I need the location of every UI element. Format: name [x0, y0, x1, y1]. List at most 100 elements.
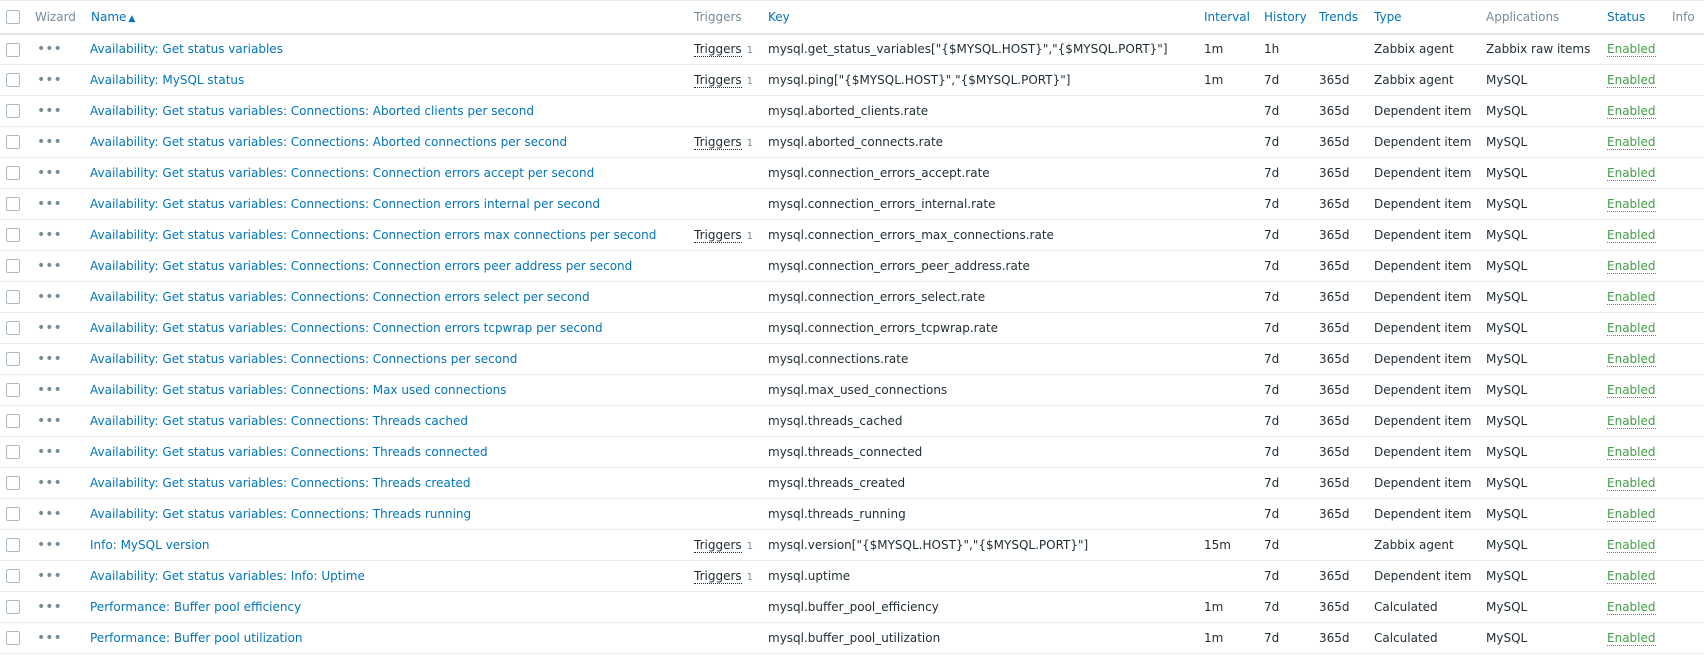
row-checkbox[interactable] — [6, 569, 20, 584]
col-history[interactable]: History — [1264, 0, 1319, 35]
more-options-icon[interactable]: ••• — [37, 73, 62, 87]
item-name-link[interactable]: Availability: Get status variables: Conn… — [90, 352, 517, 366]
status-toggle[interactable]: Enabled — [1607, 383, 1656, 398]
row-checkbox[interactable] — [6, 290, 20, 305]
col-status[interactable]: Status — [1607, 0, 1672, 35]
item-name-link[interactable]: Availability: Get status variables: Info… — [90, 569, 365, 583]
row-checkbox[interactable] — [6, 259, 20, 274]
item-name-link[interactable]: Availability: Get status variables: Conn… — [90, 166, 594, 180]
col-history-sort-link[interactable]: History — [1264, 10, 1307, 24]
col-name[interactable]: Name ▲ — [90, 0, 694, 35]
status-toggle[interactable]: Enabled — [1607, 507, 1656, 522]
more-options-icon[interactable]: ••• — [37, 104, 62, 118]
row-checkbox[interactable] — [6, 445, 20, 460]
col-interval[interactable]: Interval — [1204, 0, 1264, 35]
more-options-icon[interactable]: ••• — [37, 135, 62, 149]
more-options-icon[interactable]: ••• — [37, 290, 62, 304]
more-options-icon[interactable]: ••• — [37, 600, 62, 614]
more-options-icon[interactable]: ••• — [37, 42, 62, 56]
select-all-checkbox[interactable] — [6, 10, 20, 24]
row-checkbox[interactable] — [6, 228, 20, 243]
row-checkbox[interactable] — [6, 414, 20, 429]
col-key[interactable]: Key — [768, 0, 1204, 35]
row-checkbox[interactable] — [6, 383, 20, 398]
col-type[interactable]: Type — [1374, 0, 1486, 35]
more-options-icon[interactable]: ••• — [37, 383, 62, 397]
row-checkbox[interactable] — [6, 73, 20, 88]
status-toggle[interactable]: Enabled — [1607, 104, 1656, 119]
status-toggle[interactable]: Enabled — [1607, 538, 1656, 553]
item-name-link[interactable]: Availability: Get status variables: Conn… — [90, 135, 567, 149]
more-options-icon[interactable]: ••• — [37, 631, 62, 645]
item-name-link[interactable]: Availability: Get status variables: Conn… — [90, 507, 471, 521]
row-checkbox[interactable] — [6, 166, 20, 181]
row-checkbox[interactable] — [6, 42, 20, 57]
col-trends[interactable]: Trends — [1319, 0, 1374, 35]
more-options-icon[interactable]: ••• — [37, 445, 62, 459]
status-toggle[interactable]: Enabled — [1607, 569, 1656, 584]
more-options-icon[interactable]: ••• — [37, 476, 62, 490]
status-toggle[interactable]: Enabled — [1607, 600, 1656, 615]
item-name-link[interactable]: Availability: Get status variables: Conn… — [90, 259, 632, 273]
triggers-link[interactable]: Triggers — [694, 228, 742, 243]
item-name-link[interactable]: Availability: Get status variables: Conn… — [90, 445, 488, 459]
triggers-link[interactable]: Triggers — [694, 569, 742, 584]
more-options-icon[interactable]: ••• — [37, 166, 62, 180]
item-name-link[interactable]: Availability: Get status variables: Conn… — [90, 228, 656, 242]
status-toggle[interactable]: Enabled — [1607, 166, 1656, 181]
more-options-icon[interactable]: ••• — [37, 197, 62, 211]
more-options-icon[interactable]: ••• — [37, 352, 62, 366]
row-checkbox[interactable] — [6, 538, 20, 553]
row-checkbox[interactable] — [6, 321, 20, 336]
item-name-link[interactable]: Availability: Get status variables: Conn… — [90, 414, 468, 428]
item-name-link[interactable]: Availability: Get status variables: Conn… — [90, 290, 590, 304]
row-checkbox[interactable] — [6, 600, 20, 615]
triggers-link[interactable]: Triggers — [694, 42, 742, 58]
more-options-icon[interactable]: ••• — [37, 538, 62, 552]
col-key-sort-link[interactable]: Key — [768, 10, 790, 24]
more-options-icon[interactable]: ••• — [37, 569, 62, 583]
status-toggle[interactable]: Enabled — [1607, 73, 1656, 88]
col-trends-sort-link[interactable]: Trends — [1319, 10, 1358, 24]
more-options-icon[interactable]: ••• — [37, 507, 62, 521]
status-toggle[interactable]: Enabled — [1607, 42, 1656, 58]
status-toggle[interactable]: Enabled — [1607, 631, 1656, 646]
more-options-icon[interactable]: ••• — [37, 414, 62, 428]
col-status-sort-link[interactable]: Status — [1607, 10, 1645, 24]
triggers-link[interactable]: Triggers — [694, 538, 742, 553]
row-checkbox[interactable] — [6, 197, 20, 212]
item-name-link[interactable]: Availability: Get status variables: Conn… — [90, 197, 600, 211]
row-checkbox[interactable] — [6, 352, 20, 367]
row-checkbox[interactable] — [6, 135, 20, 150]
triggers-link[interactable]: Triggers — [694, 135, 742, 150]
item-name-link[interactable]: Performance: Buffer pool utilization — [90, 631, 303, 645]
status-toggle[interactable]: Enabled — [1607, 197, 1656, 212]
status-toggle[interactable]: Enabled — [1607, 290, 1656, 305]
row-checkbox[interactable] — [6, 631, 20, 646]
status-toggle[interactable]: Enabled — [1607, 445, 1656, 460]
status-toggle[interactable]: Enabled — [1607, 321, 1656, 336]
status-toggle[interactable]: Enabled — [1607, 259, 1656, 274]
item-name-link[interactable]: Info: MySQL version — [90, 538, 210, 552]
row-checkbox[interactable] — [6, 476, 20, 491]
status-toggle[interactable]: Enabled — [1607, 476, 1656, 491]
item-name-link[interactable]: Availability: Get status variables: Conn… — [90, 104, 534, 118]
col-type-sort-link[interactable]: Type — [1374, 10, 1402, 24]
col-interval-sort-link[interactable]: Interval — [1204, 10, 1250, 24]
col-name-sort-link[interactable]: Name — [91, 10, 126, 24]
item-name-link[interactable]: Availability: Get status variables: Conn… — [90, 383, 506, 397]
item-name-link[interactable]: Performance: Buffer pool efficiency — [90, 600, 301, 614]
triggers-link[interactable]: Triggers — [694, 73, 742, 88]
row-checkbox[interactable] — [6, 104, 20, 119]
item-name-link[interactable]: Availability: Get status variables: Conn… — [90, 476, 471, 490]
row-checkbox[interactable] — [6, 507, 20, 522]
more-options-icon[interactable]: ••• — [37, 228, 62, 242]
status-toggle[interactable]: Enabled — [1607, 228, 1656, 243]
status-toggle[interactable]: Enabled — [1607, 135, 1656, 150]
item-name-link[interactable]: Availability: MySQL status — [90, 73, 244, 87]
item-name-link[interactable]: Availability: Get status variables: Conn… — [90, 321, 603, 335]
more-options-icon[interactable]: ••• — [37, 259, 62, 273]
status-toggle[interactable]: Enabled — [1607, 414, 1656, 429]
more-options-icon[interactable]: ••• — [37, 321, 62, 335]
item-name-link[interactable]: Availability: Get status variables — [90, 42, 283, 56]
